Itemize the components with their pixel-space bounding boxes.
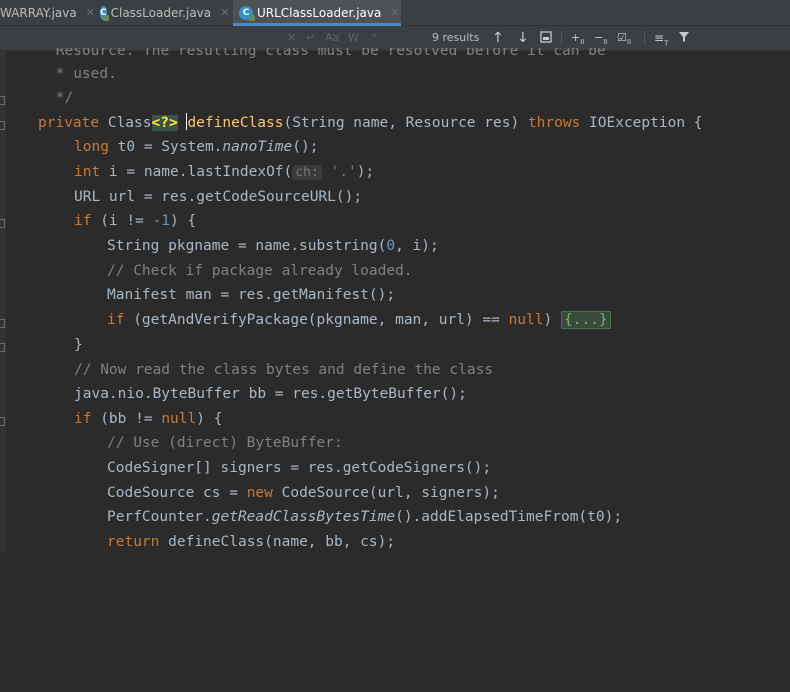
- tab-classloader[interactable]: C ClassLoader.java ✕: [100, 0, 229, 25]
- exception-type: IOException {: [589, 115, 703, 131]
- code-text: (i !=: [91, 213, 153, 229]
- code-text: CodeSource(url, signers);: [272, 485, 500, 501]
- static-method: getReadClassBytesTime: [211, 509, 396, 525]
- parameter-hint: ch:: [292, 165, 322, 180]
- java-class-icon: C: [100, 5, 109, 21]
- code-text: ) {: [170, 213, 197, 229]
- code-line: Manifest man = res.getManifest();: [107, 287, 396, 303]
- type-name: Class: [107, 115, 152, 131]
- close-icon[interactable]: ✕: [86, 6, 95, 19]
- keyword: private: [38, 115, 100, 131]
- keyword: if: [107, 312, 125, 328]
- code-line: long t0 = System.nanoTime();: [74, 135, 318, 160]
- code-text: (bb !=: [91, 411, 162, 427]
- code-text: String pkgname = name.substring(: [107, 238, 387, 254]
- code-text: );: [356, 164, 375, 180]
- code-line: }: [74, 337, 83, 353]
- close-icon[interactable]: ✕: [390, 6, 399, 19]
- code-line: URL url = res.getCodeSourceURL();: [74, 189, 363, 205]
- number-literal: -1: [152, 213, 171, 229]
- keyword: if: [74, 213, 92, 229]
- code-line: */: [47, 90, 74, 106]
- code-text: CodeSource cs =: [107, 485, 247, 501]
- keyword: long: [74, 139, 109, 155]
- tab-label: URLClassLoader.java: [257, 5, 382, 20]
- keyword: new: [246, 485, 273, 501]
- keyword: null: [508, 312, 544, 328]
- tab-label: WARRAY.java: [0, 5, 77, 20]
- code-line: CodeSource cs = new CodeSource(url, sign…: [107, 481, 500, 506]
- matched-brace: <?>: [151, 115, 178, 131]
- code-text: i = name.lastIndexOf(: [100, 164, 293, 180]
- code-line: if (bb != null) {: [74, 407, 222, 432]
- tab-warray[interactable]: WARRAY.java ✕: [0, 0, 95, 25]
- code-line: if (i != -1) {: [74, 209, 196, 234]
- code-line: String pkgname = name.substring(0, i);: [107, 234, 439, 259]
- comment-line: // Now read the class bytes and define t…: [74, 362, 494, 378]
- code-line: java.nio.ByteBuffer bb = res.getByteBuff…: [74, 386, 467, 402]
- code-line: Resource. The resulting class must be re…: [47, 43, 606, 64]
- code-text: (getAndVerifyPackage(pkgname, man, url) …: [124, 312, 509, 328]
- code-text: defineClass(name, bb, cs);: [159, 534, 396, 550]
- number-literal: 0: [386, 238, 396, 254]
- code-line: * used.: [47, 66, 117, 82]
- code-text: ): [543, 312, 561, 328]
- tab-urlclassloader[interactable]: C URLClassLoader.java ✕: [233, 0, 401, 26]
- code-line: CodeSigner[] signers = res.getCodeSigner…: [107, 460, 492, 476]
- comment-text: Resource. The resulting class must be re…: [47, 43, 606, 59]
- static-method: nanoTime: [222, 139, 293, 155]
- java-class-icon: C: [239, 5, 255, 21]
- code-text: t0 = System.: [108, 139, 223, 155]
- char-literal: '.': [330, 164, 357, 180]
- method-signature-line: private Class<?> defineClass(String name…: [38, 111, 703, 136]
- comment-line: // Use (direct) ByteBuffer:: [107, 435, 343, 451]
- keyword: null: [161, 411, 197, 427]
- method-name: defineClass: [187, 115, 284, 131]
- code-editor[interactable]: Resource. The resulting class must be re…: [0, 36, 790, 692]
- editor-tab-bar: WARRAY.java ✕ C ClassLoader.java ✕ C URL…: [0, 0, 790, 26]
- code-text: ) {: [196, 411, 223, 427]
- close-icon[interactable]: ✕: [220, 6, 229, 19]
- keyword: throws: [527, 115, 581, 131]
- code-line: if (getAndVerifyPackage(pkgname, man, ur…: [107, 308, 611, 333]
- code-text: ().addElapsedTimeFrom(t0);: [395, 509, 623, 525]
- code-line: PerfCounter.getReadClassBytesTime().addE…: [107, 505, 622, 530]
- tab-label: ClassLoader.java: [110, 5, 212, 20]
- code-text: ();: [292, 139, 319, 155]
- keyword: return: [107, 534, 160, 550]
- code-text: PerfCounter.: [107, 509, 212, 525]
- keyword: if: [74, 411, 92, 427]
- method-params: (String name, Resource res): [283, 115, 520, 131]
- code-text: , i);: [395, 238, 439, 254]
- folded-code-block[interactable]: {...}: [560, 311, 611, 329]
- code-line: int i = name.lastIndexOf(ch: '.');: [74, 160, 374, 185]
- comment-line: // Check if package already loaded.: [107, 263, 413, 279]
- code-line: return defineClass(name, bb, cs);: [107, 530, 395, 555]
- keyword: int: [74, 164, 101, 180]
